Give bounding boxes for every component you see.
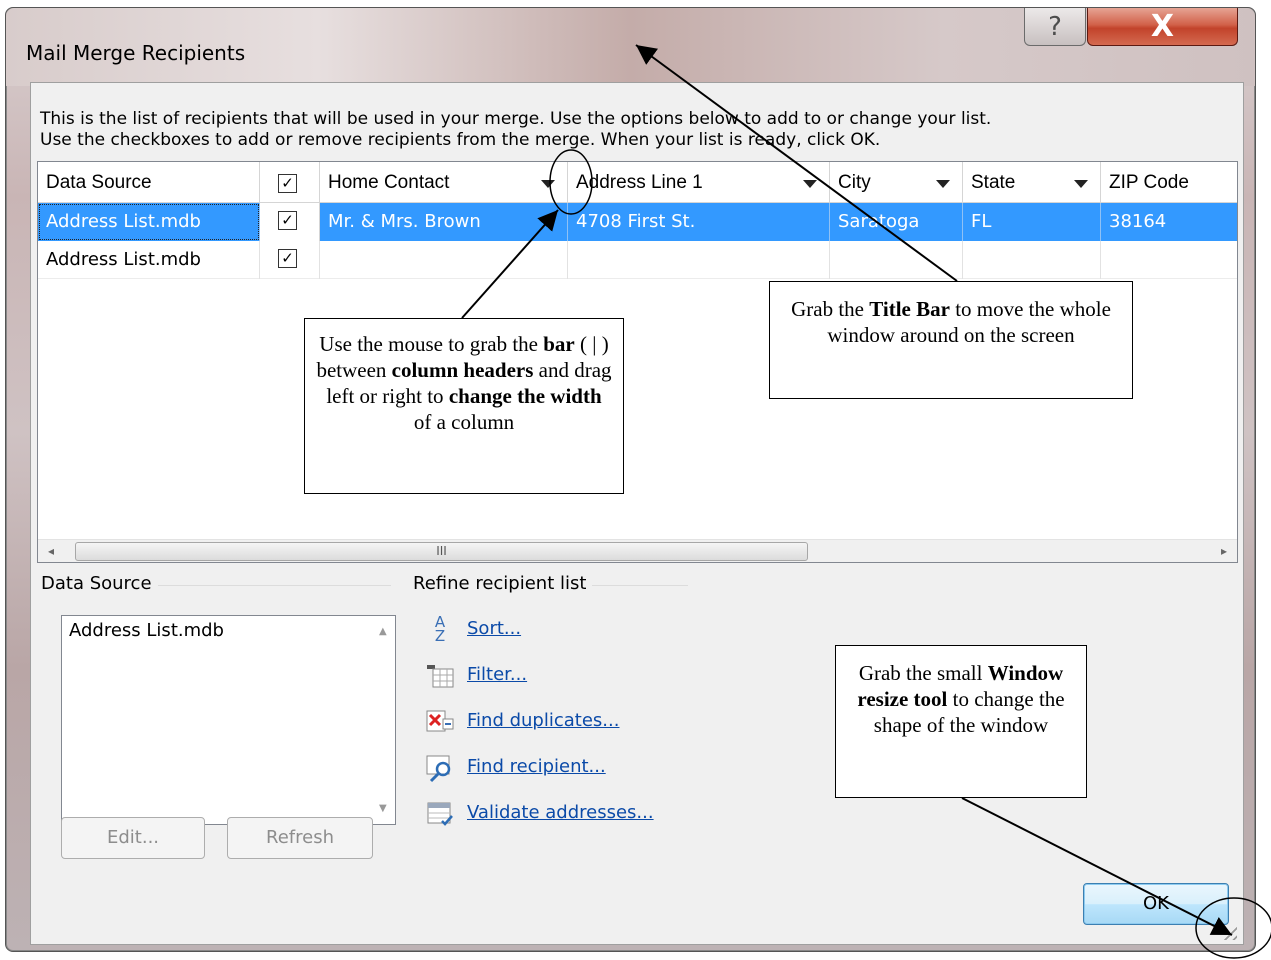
cell-include: ✓ [260, 203, 320, 241]
cell-state: FL [963, 203, 1101, 241]
filter-link[interactable]: Filter... [467, 664, 527, 685]
refresh-button[interactable]: Refresh [227, 817, 373, 859]
column-header-label: State [971, 172, 1016, 193]
column-header-label: ZIP Code [1109, 172, 1189, 193]
scroll-left-icon[interactable]: ◂ [48, 544, 54, 558]
find-recipient-icon [425, 753, 455, 783]
vertical-scrollbar[interactable]: ▲ ▼ [373, 616, 395, 824]
column-width-callout: Use the mouse to grab the bar ( | ) betw… [304, 318, 624, 494]
resize-tool-callout: Grab the small Window resize tool to cha… [835, 645, 1087, 798]
column-header-label: City [838, 172, 871, 193]
instructions-line-1: This is the list of recipients that will… [40, 109, 992, 129]
cell-city: Saratoga [830, 203, 963, 241]
help-button[interactable]: ? [1024, 8, 1086, 46]
callout-bold-text: column headers [391, 358, 534, 382]
callout-text: Grab the [791, 297, 870, 321]
column-header-zip-code[interactable]: ZIP Code [1101, 162, 1237, 203]
list-item[interactable]: Address List.mdb [69, 620, 224, 641]
callout-bold-text: change the width [448, 384, 602, 408]
find-duplicates-icon [425, 707, 455, 737]
data-source-list[interactable]: Address List.mdb ▲ ▼ [61, 615, 396, 825]
cell-state [963, 241, 1101, 279]
dialog-body: This is the list of recipients that will… [30, 82, 1244, 945]
dropdown-arrow-icon[interactable] [936, 180, 950, 188]
window-title: Mail Merge Recipients [26, 41, 246, 65]
cell-data-source: Address List.mdb [38, 241, 260, 279]
dropdown-arrow-icon[interactable] [1074, 180, 1088, 188]
instructions-line-2: Use the checkboxes to add or remove reci… [40, 130, 881, 150]
column-header-label: Data Source [46, 172, 152, 193]
find-recipient-link[interactable]: Find recipient... [467, 756, 606, 777]
cell-address-line-1: 4708 First St. [568, 203, 830, 241]
edit-button[interactable]: Edit... [61, 817, 205, 859]
scroll-up-icon[interactable]: ▲ [379, 626, 387, 637]
column-header-data-source[interactable]: Data Source [38, 162, 260, 203]
sort-az-icon: AZ [434, 613, 446, 645]
cell-zip-code [1101, 241, 1237, 279]
sort-link[interactable]: Sort... [467, 618, 521, 639]
close-button[interactable]: X [1087, 8, 1238, 46]
include-checkbox[interactable]: ✓ [278, 249, 297, 268]
include-checkbox[interactable]: ✓ [278, 211, 297, 230]
grid-header: Data Source ✓ Home Contact Address Line … [38, 162, 1237, 203]
callout-bold-text: bar [543, 332, 575, 356]
callout-text: of a column [413, 410, 515, 434]
table-row[interactable]: Address List.mdb ✓ [38, 241, 1237, 279]
question-mark-icon: ? [1048, 11, 1062, 42]
cell-zip-code: 38164 [1109, 211, 1167, 232]
horizontal-scrollbar[interactable]: ◂ III ▸ [38, 539, 1237, 562]
column-header-city[interactable]: City [830, 162, 963, 203]
callout-bold-text: Title Bar [869, 297, 950, 321]
scrollbar-thumb[interactable]: III [75, 542, 808, 561]
callout-text: Grab the small [858, 661, 988, 685]
validate-addresses-link[interactable]: Validate addresses... [467, 802, 654, 823]
scroll-right-icon[interactable]: ▸ [1221, 544, 1227, 558]
find-duplicates-link[interactable]: Find duplicates... [467, 710, 619, 731]
cell-data-source: Address List.mdb [38, 203, 260, 241]
scroll-down-icon[interactable]: ▼ [379, 803, 387, 814]
column-header-label: Address Line 1 [576, 172, 703, 193]
close-icon: X [1150, 9, 1175, 44]
filter-icon [425, 661, 455, 691]
callout-text: Use the mouse to grab the [319, 332, 544, 356]
mail-merge-recipients-dialog: Mail Merge Recipients ? X This is the li… [5, 7, 1256, 952]
table-row[interactable]: Address List.mdb ✓ Mr. & Mrs. Brown 4708… [38, 203, 1237, 241]
dropdown-arrow-icon[interactable] [541, 180, 555, 188]
cell-home-contact [320, 241, 568, 279]
column-header-label: Home Contact [328, 172, 450, 193]
title-bar-callout: Grab the Title Bar to move the whole win… [769, 281, 1133, 399]
validate-addresses-icon [425, 799, 455, 829]
refine-group-label: Refine recipient list [413, 573, 593, 594]
column-header-state[interactable]: State [963, 162, 1101, 203]
cell-city [830, 241, 963, 279]
cell-include: ✓ [260, 241, 320, 279]
column-header-address-line-1[interactable]: Address Line 1 [568, 162, 830, 203]
instructions-text: This is the list of recipients that will… [40, 109, 991, 151]
cell-home-contact: Mr. & Mrs. Brown [320, 203, 568, 241]
column-header-checkbox[interactable]: ✓ [260, 162, 320, 203]
cell-address-line-1 [568, 241, 830, 279]
select-all-checkbox[interactable]: ✓ [278, 174, 297, 193]
dropdown-arrow-icon[interactable] [803, 180, 817, 188]
ok-button[interactable]: OK [1083, 883, 1229, 925]
data-source-group-label: Data Source [41, 573, 158, 594]
column-header-home-contact[interactable]: Home Contact [320, 162, 568, 203]
